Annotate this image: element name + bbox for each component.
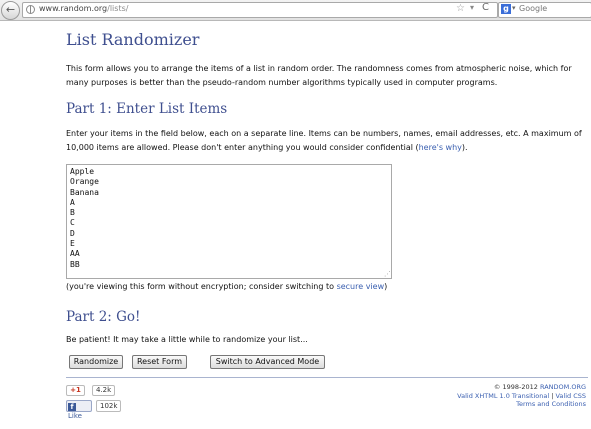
page-title: List Randomizer <box>66 30 200 49</box>
terms-line: Terms and Conditions <box>457 400 586 409</box>
reset-form-button[interactable]: Reset Form <box>132 355 187 369</box>
url-path: /lists/ <box>107 4 129 13</box>
copyright-text: © 1998-2012 <box>493 383 540 391</box>
heres-why-link[interactable]: here's why <box>419 143 462 152</box>
validation-line: Valid XHTML 1.0 Transitional | Valid CSS <box>457 392 586 401</box>
instructions-text-end: ). <box>461 143 468 152</box>
random-org-link[interactable]: RANDOM.ORG <box>540 383 586 391</box>
facebook-like-count: 102k <box>96 400 122 412</box>
back-button[interactable]: ← <box>1 1 20 20</box>
globe-icon <box>26 5 35 14</box>
instructions-paragraph: Enter your items in the field below, eac… <box>66 127 582 155</box>
list-items-textarea[interactable]: Apple Orange Banana A B C D E AA BB <box>66 164 392 279</box>
copyright-line: © 1998-2012 RANDOM.ORG <box>457 383 586 392</box>
encryption-note-text: (you're viewing this form without encryp… <box>66 282 337 291</box>
valid-css-link[interactable]: Valid CSS <box>555 392 586 400</box>
bookmark-star-icon[interactable]: ☆ <box>456 3 465 14</box>
patience-text: Be patient! It may take a little while t… <box>66 335 308 344</box>
address-bar[interactable]: www.random.org/lists/ ☆ ▾ C <box>22 2 498 18</box>
back-arrow-icon: ← <box>5 3 16 16</box>
history-dropdown-icon[interactable]: ▾ <box>470 3 474 12</box>
search-engine-dropdown-icon[interactable]: ▾ <box>512 4 516 12</box>
search-placeholder: Google <box>519 4 548 13</box>
part2-heading: Part 2: Go! <box>66 309 141 325</box>
encryption-note-end: ) <box>384 282 388 291</box>
secure-view-link[interactable]: secure view <box>337 282 385 291</box>
footer-divider <box>66 377 588 378</box>
url-text: www.random.org/lists/ <box>39 4 128 13</box>
reload-icon[interactable]: C <box>482 2 489 13</box>
facebook-like-button[interactable]: f Like <box>66 400 92 420</box>
browser-toolbar: ← www.random.org/lists/ ☆ ▾ C g ▾ Google <box>0 0 591 21</box>
instructions-text: Enter your items in the field below, eac… <box>66 129 582 152</box>
randomize-button[interactable]: Randomize <box>69 355 123 369</box>
facebook-like-label: Like <box>68 412 82 420</box>
footer-links: © 1998-2012 RANDOM.ORG Valid XHTML 1.0 T… <box>457 383 586 409</box>
valid-xhtml-link[interactable]: Valid XHTML 1.0 Transitional <box>457 392 549 400</box>
google-plus-count: 4.2k <box>92 385 116 396</box>
part1-heading: Part 1: Enter List Items <box>66 101 228 117</box>
search-bar[interactable]: g ▾ Google <box>498 2 591 18</box>
google-engine-icon[interactable]: g <box>501 4 511 14</box>
advanced-mode-button[interactable]: Switch to Advanced Mode <box>210 355 325 369</box>
google-plus-one-button[interactable]: +1 <box>66 385 85 396</box>
url-host: www.random.org <box>39 4 108 13</box>
facebook-icon: f <box>68 403 76 411</box>
intro-paragraph: This form allows you to arrange the item… <box>66 64 572 87</box>
resize-grip-icon[interactable]: ⋰ <box>384 271 391 278</box>
encryption-note: (you're viewing this form without encryp… <box>66 282 387 291</box>
terms-link[interactable]: Terms and Conditions <box>516 400 586 408</box>
